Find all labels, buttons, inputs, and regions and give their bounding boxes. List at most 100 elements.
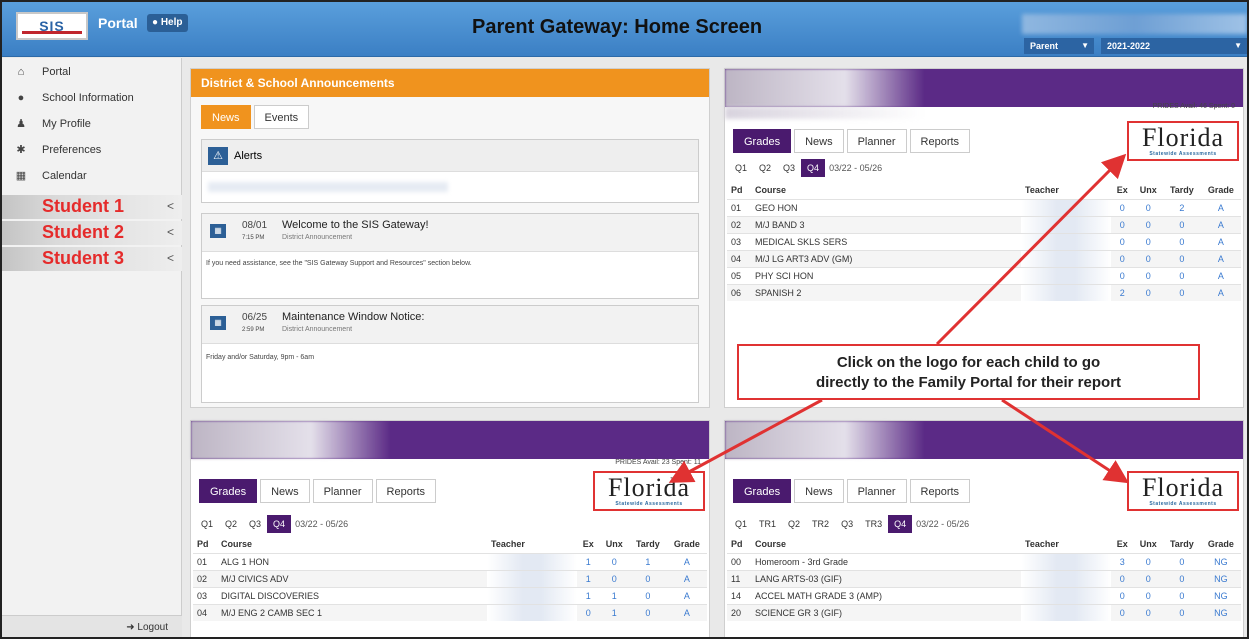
tab-grades[interactable]: Grades bbox=[199, 479, 258, 503]
column-header[interactable]: Unx bbox=[1133, 181, 1164, 199]
tardy-cell[interactable]: 0 bbox=[1163, 215, 1201, 233]
excused-cell[interactable]: 0 bbox=[1111, 215, 1134, 233]
unexcused-cell[interactable]: 0 bbox=[1133, 569, 1164, 587]
column-header[interactable]: Ex bbox=[577, 535, 600, 553]
sis-logo[interactable]: SIS bbox=[16, 12, 88, 40]
sidebar-item-student-1[interactable]: Student 1 < bbox=[2, 195, 182, 219]
grade-cell[interactable]: A bbox=[666, 569, 707, 587]
tardy-cell[interactable]: 0 bbox=[1163, 232, 1201, 250]
tardy-cell[interactable]: 0 bbox=[1163, 283, 1201, 301]
grade-cell[interactable]: NG bbox=[1200, 569, 1241, 587]
year-select[interactable]: 2021-2022 ▼ bbox=[1101, 38, 1247, 54]
table-row[interactable]: 20 SCIENCE GR 3 (GIF) 0 0 0 NG bbox=[727, 603, 1241, 621]
quarter-tr3[interactable]: TR3 bbox=[859, 515, 888, 533]
grade-cell[interactable]: A bbox=[1200, 232, 1241, 250]
quarter-q2[interactable]: Q2 bbox=[753, 159, 777, 177]
unexcused-cell[interactable]: 0 bbox=[1133, 249, 1164, 267]
column-header[interactable]: Teacher bbox=[487, 535, 577, 553]
unexcused-cell[interactable]: 1 bbox=[599, 586, 630, 604]
sidebar-item-preferences[interactable]: ✱ Preferences bbox=[2, 138, 182, 162]
quarter-q2[interactable]: Q2 bbox=[782, 515, 806, 533]
table-row[interactable]: 04 M/J LG ART3 ADV (GM) 0 0 0 A bbox=[727, 249, 1241, 267]
quarter-q4[interactable]: Q4 bbox=[267, 515, 292, 533]
logout-link[interactable]: ➜ Logout bbox=[2, 615, 182, 637]
table-row[interactable]: 00 Homeroom - 3rd Grade 3 0 0 NG bbox=[727, 552, 1241, 570]
quarter-q1[interactable]: Q1 bbox=[729, 515, 753, 533]
grade-cell[interactable]: A bbox=[666, 586, 707, 604]
tardy-cell[interactable]: 0 bbox=[629, 569, 667, 587]
column-header[interactable]: Grade bbox=[1200, 535, 1241, 553]
florida-assessment-logo[interactable]: Florida Statewide Assessments bbox=[593, 471, 705, 511]
tardy-cell[interactable]: 0 bbox=[1163, 603, 1201, 621]
unexcused-cell[interactable]: 0 bbox=[599, 569, 630, 587]
unexcused-cell[interactable]: 0 bbox=[599, 552, 630, 570]
tardy-cell[interactable]: 2 bbox=[1163, 198, 1201, 216]
tab-reports[interactable]: Reports bbox=[909, 479, 971, 503]
tab-planner[interactable]: Planner bbox=[846, 479, 907, 503]
column-header[interactable]: Course bbox=[217, 535, 487, 553]
tardy-cell[interactable]: 0 bbox=[1163, 266, 1201, 284]
column-header[interactable]: Ex bbox=[1111, 535, 1134, 553]
unexcused-cell[interactable]: 0 bbox=[1133, 266, 1164, 284]
table-row[interactable]: 01 ALG 1 HON 1 0 1 A bbox=[193, 552, 707, 570]
column-header[interactable]: Course bbox=[751, 181, 1021, 199]
column-header[interactable]: Unx bbox=[1133, 535, 1164, 553]
sidebar-item-portal[interactable]: ⌂ Portal bbox=[2, 60, 182, 84]
tab-news[interactable]: News bbox=[794, 479, 844, 503]
quarter-tr2[interactable]: TR2 bbox=[806, 515, 835, 533]
excused-cell[interactable]: 0 bbox=[1111, 603, 1134, 621]
excused-cell[interactable]: 1 bbox=[577, 569, 600, 587]
column-header[interactable]: Tardy bbox=[629, 535, 667, 553]
tab-news[interactable]: News bbox=[260, 479, 310, 503]
tardy-cell[interactable]: 0 bbox=[1163, 586, 1201, 604]
post-title[interactable]: Welcome to the SIS Gateway! bbox=[282, 219, 429, 231]
grade-cell[interactable]: A bbox=[1200, 215, 1241, 233]
grade-cell[interactable]: A bbox=[666, 603, 707, 621]
grade-cell[interactable]: NG bbox=[1200, 552, 1241, 570]
grade-cell[interactable]: A bbox=[666, 552, 707, 570]
table-row[interactable]: 02 M/J CIVICS ADV 1 0 0 A bbox=[193, 569, 707, 587]
unexcused-cell[interactable]: 0 bbox=[1133, 232, 1164, 250]
column-header[interactable]: Teacher bbox=[1021, 181, 1111, 199]
unexcused-cell[interactable]: 1 bbox=[599, 603, 630, 621]
table-row[interactable]: 05 PHY SCI HON 0 0 0 A bbox=[727, 266, 1241, 284]
florida-assessment-logo[interactable]: Florida Statewide Assessments bbox=[1127, 471, 1239, 511]
quarter-q1[interactable]: Q1 bbox=[195, 515, 219, 533]
excused-cell[interactable]: 0 bbox=[1111, 249, 1134, 267]
tab-reports[interactable]: Reports bbox=[909, 129, 971, 153]
column-header[interactable]: Ex bbox=[1111, 181, 1134, 199]
excused-cell[interactable]: 0 bbox=[1111, 266, 1134, 284]
unexcused-cell[interactable]: 0 bbox=[1133, 198, 1164, 216]
florida-assessment-logo[interactable]: Florida Statewide Assessments bbox=[1127, 121, 1239, 161]
quarter-q1[interactable]: Q1 bbox=[729, 159, 753, 177]
quarter-q4[interactable]: Q4 bbox=[888, 515, 913, 533]
table-row[interactable]: 01 GEO HON 0 0 2 A bbox=[727, 198, 1241, 216]
tardy-cell[interactable]: 0 bbox=[1163, 552, 1201, 570]
grade-cell[interactable]: A bbox=[1200, 283, 1241, 301]
sidebar-item-student-2[interactable]: Student 2 < bbox=[2, 221, 182, 245]
role-select[interactable]: Parent ▼ bbox=[1024, 38, 1094, 54]
unexcused-cell[interactable]: 0 bbox=[1133, 283, 1164, 301]
unexcused-cell[interactable]: 0 bbox=[1133, 586, 1164, 604]
table-row[interactable]: 03 MEDICAL SKLS SERS 0 0 0 A bbox=[727, 232, 1241, 250]
table-row[interactable]: 04 M/J ENG 2 CAMB SEC 1010A bbox=[193, 603, 707, 621]
sidebar-item-student-3[interactable]: Student 3 < bbox=[2, 247, 182, 271]
quarter-q4[interactable]: Q4 bbox=[801, 159, 826, 177]
tardy-cell[interactable]: 1 bbox=[629, 552, 667, 570]
table-row[interactable]: 02 M/J BAND 3000A bbox=[727, 215, 1241, 233]
column-header[interactable]: Grade bbox=[1200, 181, 1241, 199]
column-header[interactable]: Pd bbox=[193, 535, 217, 553]
unexcused-cell[interactable]: 0 bbox=[1133, 215, 1164, 233]
tardy-cell[interactable]: 0 bbox=[629, 603, 667, 621]
column-header[interactable]: Tardy bbox=[1163, 181, 1201, 199]
unexcused-cell[interactable]: 0 bbox=[1133, 552, 1164, 570]
quarter-q2[interactable]: Q2 bbox=[219, 515, 243, 533]
tardy-cell[interactable]: 0 bbox=[1163, 569, 1201, 587]
column-header[interactable]: Teacher bbox=[1021, 535, 1111, 553]
grade-cell[interactable]: NG bbox=[1200, 603, 1241, 621]
tab-news[interactable]: News bbox=[201, 105, 251, 129]
quarter-q3[interactable]: Q3 bbox=[243, 515, 267, 533]
excused-cell[interactable]: 0 bbox=[1111, 198, 1134, 216]
tardy-cell[interactable]: 0 bbox=[629, 586, 667, 604]
table-row[interactable]: 06 SPANISH 2200A bbox=[727, 283, 1241, 301]
